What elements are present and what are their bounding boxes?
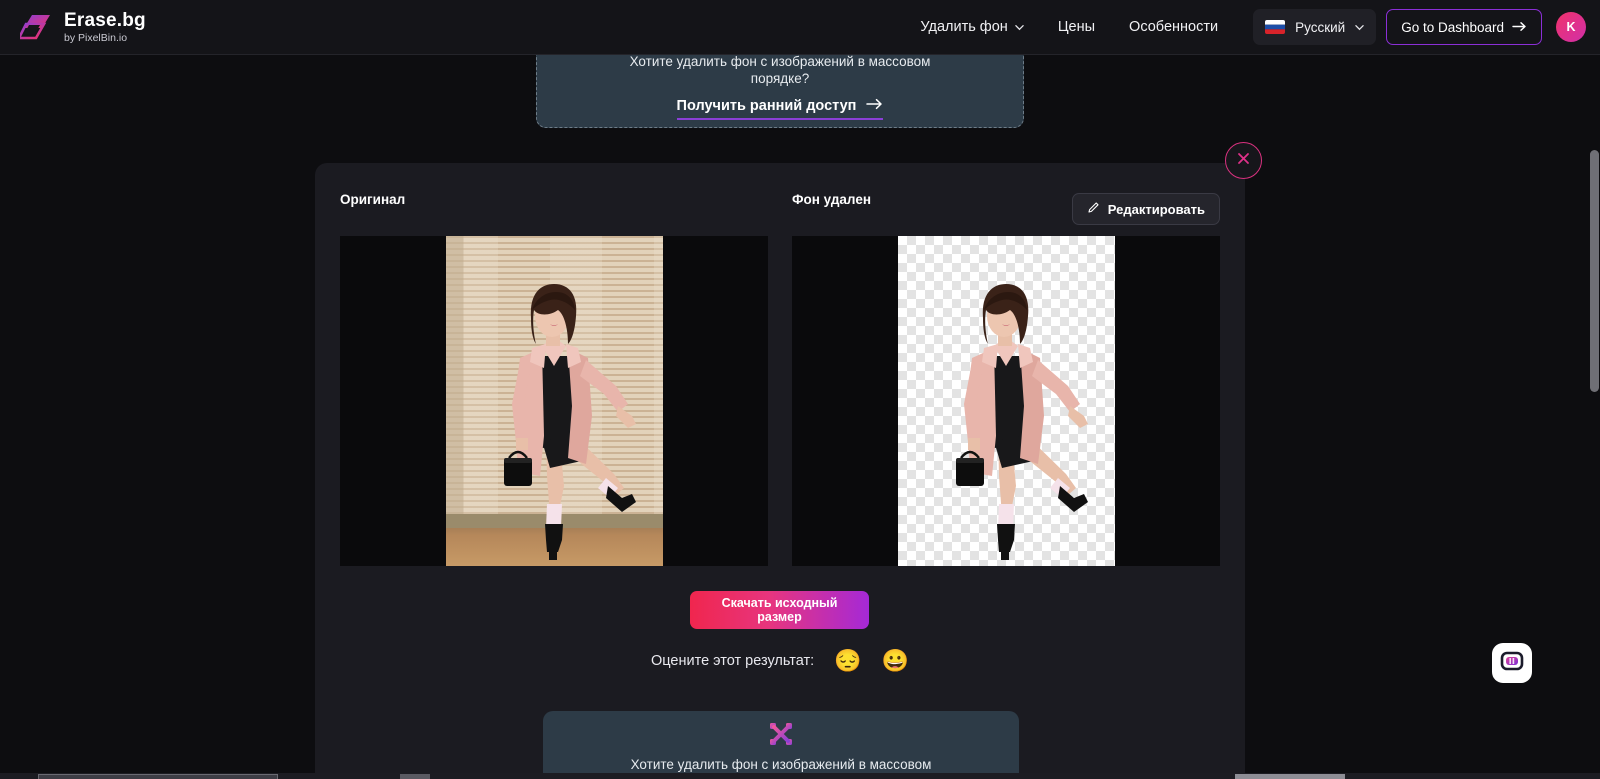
chevron-down-icon: [1015, 23, 1024, 32]
nav-item-features[interactable]: Особенности: [1112, 0, 1235, 55]
background-removed-image-pane[interactable]: [792, 236, 1220, 566]
rating-label: Оцените этот результат:: [651, 653, 815, 669]
nav-item-label: Цены: [1057, 19, 1096, 35]
arrow-right-icon: [866, 98, 883, 114]
taskbar-window-item[interactable]: [38, 774, 278, 779]
download-label-line1: Скачать исходный: [721, 596, 838, 610]
brand-logo[interactable]: Erase.bg by PixelBin.io: [16, 9, 146, 44]
edit-button-label: Редактировать: [1107, 201, 1205, 217]
download-label-line2: размер: [757, 610, 802, 624]
taskbar-window-item[interactable]: [400, 774, 430, 779]
model-figure-cutout: [898, 236, 1115, 566]
result-panel-header: Оригинал Фон удален Редактировать: [315, 163, 1245, 225]
download-original-size-button[interactable]: Скачать исходный размер: [690, 591, 869, 629]
model-figure: [446, 236, 663, 566]
chevron-down-icon: [1355, 23, 1364, 32]
promo-banner-bottom-text: Хотите удалить фон с изображений в массо…: [630, 757, 932, 772]
page-root: Erase.bg by PixelBin.io Удалить фон Цены…: [0, 0, 1600, 779]
edit-button[interactable]: Редактировать: [1071, 193, 1220, 225]
original-image-pane[interactable]: [340, 236, 768, 566]
close-result-button[interactable]: [1225, 142, 1262, 179]
grinning-face-emoji[interactable]: 😀: [882, 650, 909, 672]
promo-banner-top: Хотите удалить фон с изображений в массо…: [536, 45, 1024, 128]
brand-subtitle: by PixelBin.io: [64, 31, 128, 44]
close-icon: [1236, 151, 1251, 171]
flag-russia-icon: [1265, 20, 1286, 34]
language-label: Русский: [1295, 19, 1346, 35]
promo-banner-bottom: Хотите удалить фон с изображений в массо…: [543, 711, 1019, 779]
rating-row: Оцените этот результат: 😔 😀: [315, 650, 1245, 672]
chat-bubble-icon: [1500, 649, 1524, 678]
pixelbin-x-icon: [770, 723, 792, 745]
original-photo: [445, 236, 663, 566]
language-selector[interactable]: Русский: [1253, 9, 1377, 45]
nav-item-pricing[interactable]: Цены: [1041, 0, 1112, 55]
get-early-access-link[interactable]: Получить ранний доступ: [676, 98, 884, 120]
site-header: Erase.bg by PixelBin.io Удалить фон Цены…: [0, 0, 1600, 55]
original-label: Оригинал: [340, 192, 406, 207]
pencil-icon: [1087, 201, 1100, 217]
background-removed-label: Фон удален: [792, 192, 871, 207]
dashboard-button-label: Go to Dashboard: [1401, 19, 1504, 35]
os-taskbar: [0, 773, 1600, 779]
page-scrollbar-track[interactable]: [1589, 55, 1600, 779]
main-nav: Удалить фон Цены Особенности Русский Go …: [903, 0, 1600, 55]
nav-item-label: Удалить фон: [920, 19, 1008, 35]
result-panel: Оригинал Фон удален Редактировать Скачат…: [315, 163, 1245, 779]
arrow-right-icon: [1512, 20, 1527, 35]
get-early-access-label: Получить ранний доступ: [676, 98, 857, 114]
taskbar-window-item[interactable]: [1235, 774, 1345, 779]
avatar-initial: K: [1566, 20, 1576, 34]
page-scrollbar-thumb[interactable]: [1590, 150, 1599, 392]
avatar[interactable]: K: [1556, 12, 1586, 42]
download-button-label: Скачать исходный размер: [722, 596, 838, 624]
background-removed-photo: [897, 236, 1115, 566]
promo-banner-top-text: Хотите удалить фон с изображений в массо…: [629, 54, 931, 86]
chat-widget-button[interactable]: [1492, 643, 1532, 683]
brand-name: Erase.bg: [64, 9, 146, 31]
nav-item-label: Особенности: [1129, 19, 1219, 35]
go-to-dashboard-button[interactable]: Go to Dashboard: [1386, 9, 1542, 45]
erasebg-logo-icon: [16, 12, 54, 42]
pensive-face-emoji[interactable]: 😔: [834, 650, 861, 672]
nav-item-remove-background[interactable]: Удалить фон: [903, 0, 1040, 55]
